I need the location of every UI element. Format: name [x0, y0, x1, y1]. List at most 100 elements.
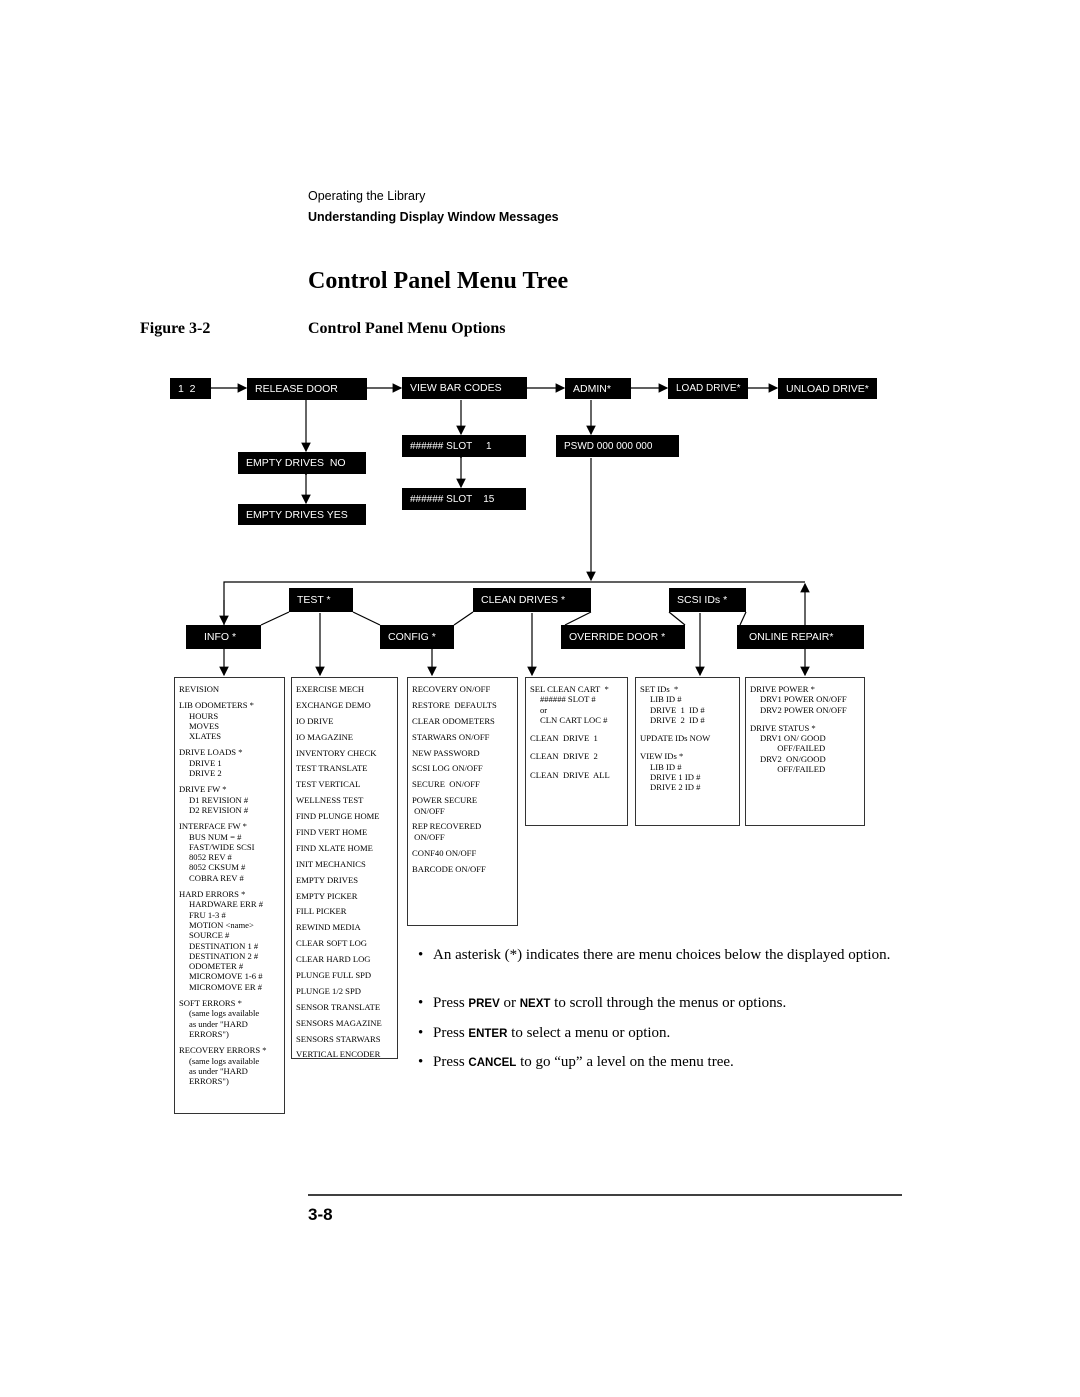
menu-option: FRU 1-3 # [189, 909, 226, 920]
option-group: REVISION [179, 684, 280, 694]
menu-slot-15: ###### SLOT 15 [402, 488, 526, 510]
menu-option: CLEAN DRIVE 2 [530, 751, 598, 762]
menu-option: CLEAN DRIVE ALL [530, 769, 610, 780]
menu-option: DRIVE LOADS * [179, 747, 243, 758]
menu-option: LIB ODOMETERS * [179, 700, 254, 711]
menu-scsi-ids: SCSI IDs * [669, 588, 746, 612]
menu-option: TEST TRANSLATE [296, 763, 368, 774]
menu-option: INIT MECHANICS [296, 858, 366, 869]
key-name: ENTER [468, 1028, 508, 1040]
menu-option: LIB ID # [650, 761, 682, 772]
test-options-list: EXERCISE MECH EXCHANGE DEMO IO DRIVE IO MAG… [291, 677, 398, 1059]
note-text: or [499, 995, 520, 1011]
note-text: Press [433, 1025, 469, 1041]
menu-password: PSWD 000 000 000 [556, 435, 679, 457]
menu-option: DRV1 ON/ GOOD [760, 733, 826, 744]
menu-option: FIND XLATE HOME [296, 842, 373, 853]
menu-option: ODOMETER # [189, 961, 244, 972]
menu-unload-drive: UNLOAD DRIVE* [778, 378, 877, 399]
menu-option: REP RECOVERED ON/OFF [412, 821, 482, 842]
menu-option: LIB ID # [650, 694, 682, 705]
option-group: DRIVE FW * D1 REVISION # D2 REVISION # [179, 784, 280, 815]
menu-option: OFF/FAILED [760, 743, 826, 754]
menu-override-door: OVERRIDE DOOR * [561, 625, 685, 649]
menu-empty-drives-no: EMPTY DRIVES NO [238, 452, 366, 474]
menu-option: DRIVE 1 ID # [650, 772, 701, 783]
menu-option: (same logs available [189, 1008, 260, 1019]
option-group: CLEAN DRIVE 2 [530, 751, 623, 761]
menu-option: D1 REVISION # [189, 794, 249, 805]
key-name: NEXT [519, 998, 551, 1010]
scsi-ids-options-list: SET IDs * LIB ID # DRIVE 1 ID # DRIVE 2 ID … [635, 677, 740, 826]
menu-option: INVENTORY CHECK [296, 747, 377, 758]
menu-option: SENSORS STARWARS [296, 1033, 381, 1044]
menu-option: COBRA REV # [189, 872, 244, 883]
menu-option: DRIVE 2 ID # [650, 714, 705, 725]
menu-option: SEL CLEAN CART * [530, 684, 609, 694]
menu-release-door: RELEASE DOOR [247, 378, 367, 400]
menu-option: (same logs available [189, 1055, 260, 1066]
online-repair-options-list: DRIVE POWER * DRV1 POWER ON/OFF DRV2 POWER… [745, 677, 865, 826]
menu-option: SCSI LOG ON/OFF [412, 763, 483, 774]
menu-option: BARCODE ON/OFF [412, 863, 486, 874]
menu-option: VIEW IDs * [640, 751, 684, 762]
bullet: • [418, 995, 424, 1011]
menu-option: WELLNESS TEST [296, 795, 364, 806]
menu-option: SENSORS MAGAZINE [296, 1017, 382, 1028]
menu-option: SECURE ON/OFF [412, 779, 480, 790]
menu-option: MOVES [189, 720, 220, 731]
option-group: DRIVE POWER * DRV1 POWER ON/OFF DRV2 POWER… [750, 684, 860, 715]
option-group: VIEW IDs * LIB ID # DRIVE 1 ID # DRIVE 2 ID… [640, 751, 735, 792]
menu-option: STARWARS ON/OFF [412, 731, 490, 742]
bullet: • [418, 947, 424, 963]
menu-option: UPDATE IDs NOW [640, 733, 711, 744]
menu-option: or [540, 704, 548, 715]
menu-clean-drives: CLEAN DRIVES * [473, 588, 591, 612]
menu-option: IO DRIVE [296, 715, 334, 726]
menu-option: BUS NUM = # [189, 831, 242, 842]
menu-option: as under "HARD [189, 1065, 248, 1076]
menu-option: DRIVE 2 ID # [650, 782, 701, 793]
menu-option: RESTORE DEFAULTS [412, 699, 497, 710]
clean-drives-options-list: SEL CLEAN CART * ###### SLOT # or CLN CART … [525, 677, 628, 826]
menu-option: XLATES [189, 731, 221, 742]
menu-option: FAST/WIDE SCSI [189, 841, 255, 852]
menu-info: INFO * [186, 625, 261, 649]
option-group: RECOVERY ERRORS * (same logs available as … [179, 1045, 280, 1086]
note-text: Press [433, 995, 469, 1011]
note-text: Press [433, 1054, 469, 1070]
menu-option: EXERCISE MECH [296, 684, 365, 694]
menu-option: EXCHANGE DEMO [296, 699, 371, 710]
document-page: Operating the Library Understanding Disp… [0, 0, 1080, 1397]
menu-option: MICROMOVE ER # [189, 981, 263, 992]
menu-option: RECOVERY ERRORS * [179, 1045, 267, 1056]
menu-option: MICROMOVE 1-6 # [189, 971, 263, 982]
menu-option: ERRORS") [189, 1028, 229, 1039]
menu-option: VERTICAL ENCODER [296, 1049, 381, 1060]
menu-option: CONF40 ON/OFF [412, 847, 477, 858]
option-group: UPDATE IDs NOW [640, 733, 735, 743]
menu-option: RECOVERY ON/OFF [412, 684, 491, 694]
menu-option: FIND VERT HOME [296, 827, 368, 838]
menu-option: DRIVE POWER * [750, 684, 815, 694]
menu-option: DRV2 ON/GOOD [760, 753, 826, 764]
note-text: to scroll through the menus or options. [550, 995, 787, 1011]
option-group: CLEAN DRIVE ALL [530, 770, 623, 780]
option-group: SOFT ERRORS * (same logs available as unde… [179, 998, 280, 1039]
option-group: LIB ODOMETERS * HOURS MOVES XLATES [179, 700, 280, 741]
menu-display-start: 1 2 [170, 378, 211, 399]
menu-option: TEST VERTICAL [296, 779, 361, 790]
option-group: DRIVE LOADS * DRIVE 1 DRIVE 2 [179, 747, 280, 778]
menu-option: CLEAR SOFT LOG [296, 938, 367, 949]
menu-option: DRIVE STATUS * [750, 722, 816, 733]
menu-option: HOURS [189, 710, 219, 721]
menu-option: DRIVE FW * [179, 784, 227, 795]
menu-option: CLN CART LOC # [540, 714, 608, 725]
menu-option: PLUNGE FULL SPD [296, 970, 372, 981]
menu-slot-1: ###### SLOT 1 [402, 435, 526, 457]
menu-option: MOTION <name> [189, 919, 254, 930]
menu-option: DRV1 POWER ON/OFF [760, 694, 847, 705]
menu-test: TEST * [289, 588, 353, 612]
menu-option: IO MAGAZINE [296, 731, 354, 742]
menu-empty-drives-yes: EMPTY DRIVES YES [238, 504, 366, 525]
